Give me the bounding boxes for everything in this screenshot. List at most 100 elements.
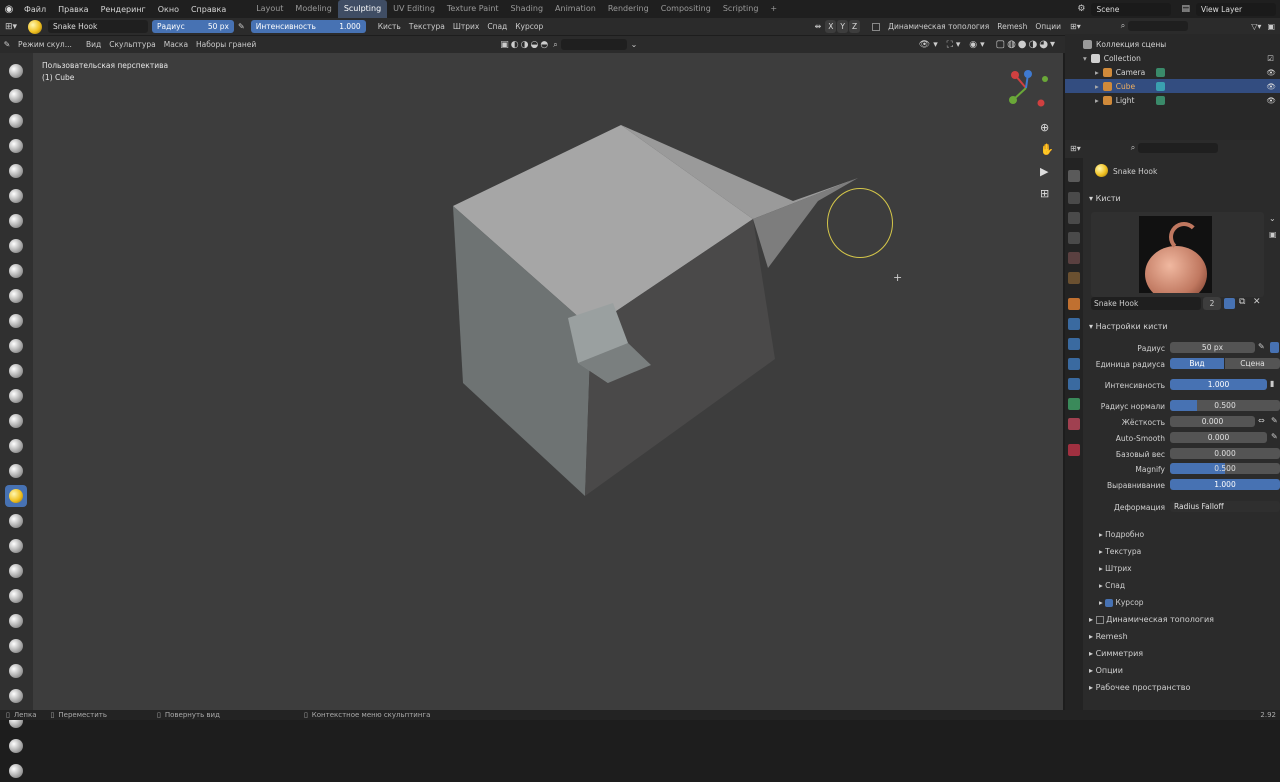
ortho-grid-icon[interactable]: ⊞ — [1040, 187, 1049, 200]
brush-thumbnail[interactable] — [1139, 216, 1212, 293]
tool-scrape-icon[interactable] — [5, 360, 27, 382]
axis-y-toggle[interactable]: Y — [837, 20, 848, 33]
align-slider[interactable]: 1.000 — [1170, 479, 1280, 490]
tool-nudge-icon[interactable] — [5, 560, 27, 582]
panel-options[interactable]: ▸ Опции — [1089, 666, 1123, 675]
radius-field[interactable]: Радиус 50 px — [152, 20, 234, 33]
mode-select[interactable]: Режим скул... — [14, 40, 82, 49]
viewport-search-field[interactable] — [560, 39, 627, 50]
radius-unit-view-button[interactable]: Вид — [1170, 358, 1224, 369]
brush-grid-icon[interactable]: ▣ — [1269, 230, 1277, 239]
pan-hand-icon[interactable]: ✋ — [1040, 143, 1054, 156]
tab-compositing[interactable]: Compositing — [655, 0, 717, 18]
tool-flatten-icon[interactable] — [5, 310, 27, 332]
menu-texture[interactable]: Текстура — [405, 22, 449, 31]
expand-icon[interactable]: ▾ — [1083, 54, 1087, 63]
tab-scripting[interactable]: Scripting — [717, 0, 765, 18]
subpanel-cursor[interactable]: ▸ Курсор — [1099, 598, 1144, 607]
hardness-pressure-icon[interactable]: ✎ — [1271, 416, 1278, 425]
camera-view-icon[interactable]: ▶ — [1040, 165, 1048, 178]
tab-output-icon[interactable] — [1068, 212, 1080, 224]
eye-icon[interactable]: 👁 — [1266, 68, 1276, 77]
panel-remesh[interactable]: ▸ Remesh — [1089, 632, 1128, 641]
tab-scene-icon[interactable] — [1068, 252, 1080, 264]
scene-icon[interactable]: ⚙ — [1077, 4, 1085, 14]
dyntopo-checkbox[interactable] — [872, 22, 881, 31]
brush-name-field[interactable]: Snake Hook — [48, 20, 148, 33]
autosmooth-pressure-icon[interactable]: ✎ — [1271, 432, 1278, 441]
camera-data-icon[interactable] — [1155, 67, 1165, 77]
outliner-search-icon[interactable]: ⌕ — [1121, 21, 1125, 31]
radius-unit-icon[interactable] — [1270, 342, 1279, 353]
navigation-gizmo[interactable] — [1001, 63, 1051, 113]
outliner-type-icon[interactable]: ⊞▾ — [1070, 22, 1081, 31]
tool-thumb-icon[interactable] — [5, 510, 27, 532]
menu-render[interactable]: Рендеринг — [95, 5, 152, 14]
unlink-brush-icon[interactable]: ✕ — [1253, 297, 1261, 307]
tool-elastic-deform-icon[interactable] — [5, 460, 27, 482]
menu-falloff[interactable]: Спад — [483, 22, 511, 31]
tab-object-icon[interactable] — [1068, 298, 1080, 310]
brush-icon[interactable] — [28, 19, 42, 34]
brush-settings-panel-toggle[interactable]: ▾ Настройки кисти — [1089, 322, 1168, 331]
fake-user-icon[interactable] — [1224, 298, 1235, 309]
tab-rendering[interactable]: Rendering — [602, 0, 655, 18]
symmetry-icon[interactable]: ⇹ — [815, 22, 822, 31]
tool-layer-icon[interactable] — [5, 185, 27, 207]
brush-users-count[interactable]: 2 — [1203, 297, 1221, 310]
tab-modeling[interactable]: Modeling — [289, 0, 337, 18]
menu-window[interactable]: Окно — [152, 5, 185, 14]
menu-stroke[interactable]: Штрих — [449, 22, 483, 31]
tool-pinch-icon[interactable] — [5, 410, 27, 432]
strength-field[interactable]: Интенсивность 1.000 — [250, 20, 366, 33]
brushes-panel-toggle[interactable]: ▾ Кисти — [1089, 194, 1121, 203]
view-layer-field[interactable]: View Layer — [1196, 2, 1276, 16]
remesh-menu[interactable]: Remesh — [993, 22, 1031, 31]
tool-crease-icon[interactable] — [5, 260, 27, 282]
tool-snake-hook-icon[interactable] — [5, 485, 27, 507]
subpanel-stroke[interactable]: ▸ Штрих — [1099, 564, 1132, 573]
search-dropdown-icon[interactable]: ⌄ — [631, 40, 638, 49]
tab-sculpting[interactable]: Sculpting — [337, 0, 388, 18]
subpanel-falloff[interactable]: ▸ Спад — [1099, 581, 1125, 590]
eye-icon[interactable]: 👁 — [1266, 82, 1276, 91]
tool-draw-sharp-icon[interactable] — [5, 85, 27, 107]
panel-workspace[interactable]: ▸ Рабочее пространство — [1089, 683, 1190, 692]
tool-inflate-icon[interactable] — [5, 210, 27, 232]
light-data-icon[interactable] — [1155, 95, 1165, 105]
tool-draw-face-sets-icon[interactable] — [5, 735, 27, 757]
blender-logo-icon[interactable]: ◉ — [0, 4, 18, 15]
properties-search-icon[interactable]: ⌕ — [1131, 143, 1135, 153]
menu-view[interactable]: Вид — [82, 40, 105, 49]
normal-radius-slider[interactable]: 0.500 — [1170, 400, 1280, 411]
tool-draw-icon[interactable] — [5, 60, 27, 82]
view-layer-icon[interactable]: ▤ — [1181, 4, 1190, 14]
tool-cloth-icon[interactable] — [5, 660, 27, 682]
filter-icon[interactable]: ▽▾ — [1251, 22, 1261, 31]
duplicate-brush-icon[interactable]: ⧉ — [1239, 297, 1245, 307]
subpanel-texture[interactable]: ▸ Текстура — [1099, 547, 1141, 556]
mesh-data-icon[interactable] — [1155, 81, 1165, 91]
shading-icons[interactable]: ▢◍●◑◕▾ — [996, 39, 1057, 50]
3d-viewport[interactable]: Пользовательская перспектива (1) Cube + … — [33, 53, 1063, 710]
tool-rotate-icon[interactable] — [5, 585, 27, 607]
hardness-slider[interactable]: 0.000 — [1170, 416, 1255, 427]
tab-uv-editing[interactable]: UV Editing — [387, 0, 441, 18]
cube-mesh[interactable] — [33, 53, 1063, 710]
magnify-slider[interactable]: 0.500 — [1170, 463, 1280, 474]
tab-view-layer-icon[interactable] — [1068, 232, 1080, 244]
outliner-item-light[interactable]: ▸ Light 👁 — [1065, 93, 1280, 107]
visibility-icons[interactable]: 👁▾ ⛶▾ ◉▾ — [919, 40, 988, 50]
subpanel-details[interactable]: ▸ Подробно — [1099, 530, 1144, 539]
tab-animation[interactable]: Animation — [549, 0, 602, 18]
tool-multiplane-scrape-icon[interactable] — [5, 385, 27, 407]
autosmooth-slider[interactable]: 0.000 — [1170, 432, 1267, 443]
viewport-search-icon[interactable]: ⌕ — [553, 40, 557, 50]
outliner-scene-collection[interactable]: Коллекция сцены — [1065, 37, 1280, 51]
axis-z-toggle[interactable]: Z — [848, 20, 861, 33]
tab-tool-icon[interactable] — [1068, 170, 1080, 182]
menu-face-sets[interactable]: Наборы граней — [192, 40, 260, 49]
strength-pressure-icon[interactable]: ▮ — [1270, 379, 1274, 388]
zoom-icon[interactable]: ⊕ — [1040, 121, 1049, 134]
outliner-item-cube[interactable]: ▸ Cube 👁 — [1065, 79, 1280, 93]
